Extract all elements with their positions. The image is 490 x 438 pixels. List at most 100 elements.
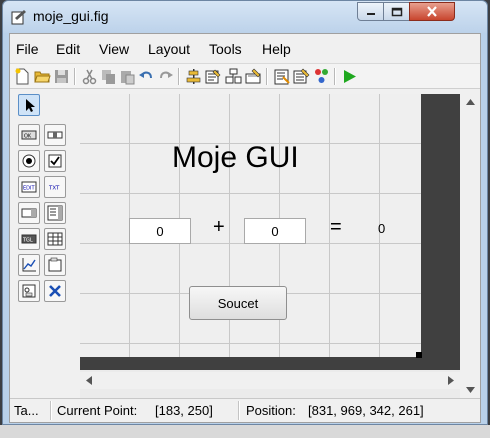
popup-menu-icon (21, 208, 37, 218)
property-inspector-icon[interactable] (293, 68, 310, 85)
toolbar (10, 63, 480, 89)
palette-activex[interactable] (44, 280, 66, 302)
toolbar-separator (334, 68, 336, 85)
status-divider (50, 401, 52, 420)
object-browser-icon[interactable] (313, 68, 330, 85)
status-bar: Ta... Current Point: [183, 250] Position… (10, 398, 480, 422)
scroll-left-icon[interactable] (86, 376, 92, 385)
minimize-button[interactable] (357, 2, 384, 21)
status-tag: Ta... (14, 403, 39, 418)
background-window-strip (0, 425, 490, 438)
menu-editor-icon[interactable] (205, 68, 222, 85)
svg-text:TGL: TGL (22, 238, 33, 244)
palette-panel[interactable] (44, 254, 66, 276)
slider-icon (47, 131, 63, 139)
palette-popup-menu[interactable] (18, 202, 40, 224)
figure-border-bottom (80, 357, 421, 370)
toolbar-separator (74, 68, 76, 85)
svg-text:TXT: TXT (48, 186, 60, 192)
minimize-icon (366, 12, 375, 15)
status-divider (238, 401, 240, 420)
palette-table[interactable] (44, 228, 66, 250)
mfile-editor-icon[interactable] (273, 68, 290, 85)
scroll-down-icon[interactable] (466, 387, 475, 393)
layout-editor[interactable]: Moje GUI 0 + 0 = 0 Soucet (80, 94, 460, 398)
activex-icon (49, 285, 61, 297)
button-group-icon (22, 284, 36, 298)
palette-button-group[interactable] (18, 280, 40, 302)
edit-text-icon: EDIT (21, 181, 37, 193)
push-button-icon: OK (21, 130, 37, 140)
menu-help[interactable]: Help (262, 41, 291, 57)
result-text[interactable]: 0 (378, 221, 385, 236)
input2-edit-box[interactable]: 0 (244, 218, 306, 244)
guide-window: moje_gui.fig File Edit View Layout Tools… (2, 0, 488, 425)
cut-icon[interactable] (81, 68, 98, 85)
paste-icon[interactable] (119, 68, 136, 85)
svg-text:EDIT: EDIT (23, 186, 35, 192)
scroll-up-icon[interactable] (466, 99, 475, 105)
vertical-scrollbar[interactable] (462, 94, 479, 398)
undo-icon[interactable] (138, 68, 155, 85)
current-point-label: Current Point: (57, 403, 138, 418)
figure-app-icon (11, 10, 26, 25)
listbox-icon (47, 205, 63, 221)
select-icon (26, 99, 35, 112)
palette-toggle-button[interactable]: TGL (18, 228, 40, 250)
maximize-icon (391, 7, 402, 16)
table-icon (47, 232, 63, 246)
figure-resize-handle[interactable] (416, 352, 422, 358)
position-label: Position: (246, 403, 296, 418)
title-bar[interactable]: moje_gui.fig (3, 1, 487, 33)
palette-slider[interactable] (44, 124, 66, 146)
maximize-button[interactable] (383, 2, 410, 21)
axes-icon (22, 258, 36, 272)
position-value: [831, 969, 342, 261] (308, 403, 424, 418)
gui-title-text[interactable]: Moje GUI (172, 141, 299, 175)
palette-edit-text[interactable]: EDIT (18, 176, 40, 198)
new-file-icon[interactable] (14, 68, 31, 85)
svg-text:OK: OK (24, 134, 32, 140)
close-icon (427, 6, 437, 17)
radio-button-icon (22, 154, 36, 168)
palette-static-text[interactable]: TXT (44, 176, 66, 198)
toolbar-separator (178, 68, 180, 85)
menu-file[interactable]: File (16, 41, 39, 57)
current-point-value: [183, 250] (155, 403, 213, 418)
run-icon[interactable] (341, 68, 358, 85)
layout-canvas[interactable]: Moje GUI 0 + 0 = 0 Soucet (80, 94, 421, 357)
menu-edit[interactable]: Edit (56, 41, 80, 57)
palette-push-button[interactable]: OK (18, 124, 40, 146)
scroll-right-icon[interactable] (448, 376, 454, 385)
palette-checkbox[interactable] (44, 150, 66, 172)
soucet-push-button[interactable]: Soucet (189, 286, 287, 320)
figure-border-right (421, 94, 460, 370)
input1-edit-box[interactable]: 0 (129, 218, 191, 244)
menu-layout[interactable]: Layout (148, 41, 190, 57)
save-icon[interactable] (53, 68, 70, 85)
open-folder-icon[interactable] (34, 68, 51, 85)
menu-view[interactable]: View (99, 41, 129, 57)
toolbar-editor-icon[interactable] (245, 68, 262, 85)
palette-listbox[interactable] (44, 202, 66, 224)
palette-radio-button[interactable] (18, 150, 40, 172)
checkbox-icon (48, 154, 62, 168)
tab-order-icon[interactable] (225, 68, 242, 85)
align-icon[interactable] (185, 68, 202, 85)
menu-tools[interactable]: Tools (209, 41, 242, 57)
toggle-button-icon: TGL (21, 234, 37, 244)
plus-text[interactable]: + (213, 216, 225, 239)
panel-icon (48, 257, 62, 272)
client-area: File Edit View Layout Tools Help OK EDIT… (9, 33, 481, 423)
close-button[interactable] (409, 2, 455, 21)
redo-icon[interactable] (157, 68, 174, 85)
equals-text[interactable]: = (330, 216, 342, 239)
window-title: moje_gui.fig (33, 8, 109, 24)
palette-select[interactable] (18, 94, 40, 116)
toolbar-separator (266, 68, 268, 85)
horizontal-scrollbar[interactable] (80, 372, 460, 389)
copy-icon[interactable] (100, 68, 117, 85)
static-text-icon: TXT (48, 186, 60, 192)
palette-axes[interactable] (18, 254, 40, 276)
menu-bar: File Edit View Layout Tools Help (10, 34, 480, 62)
